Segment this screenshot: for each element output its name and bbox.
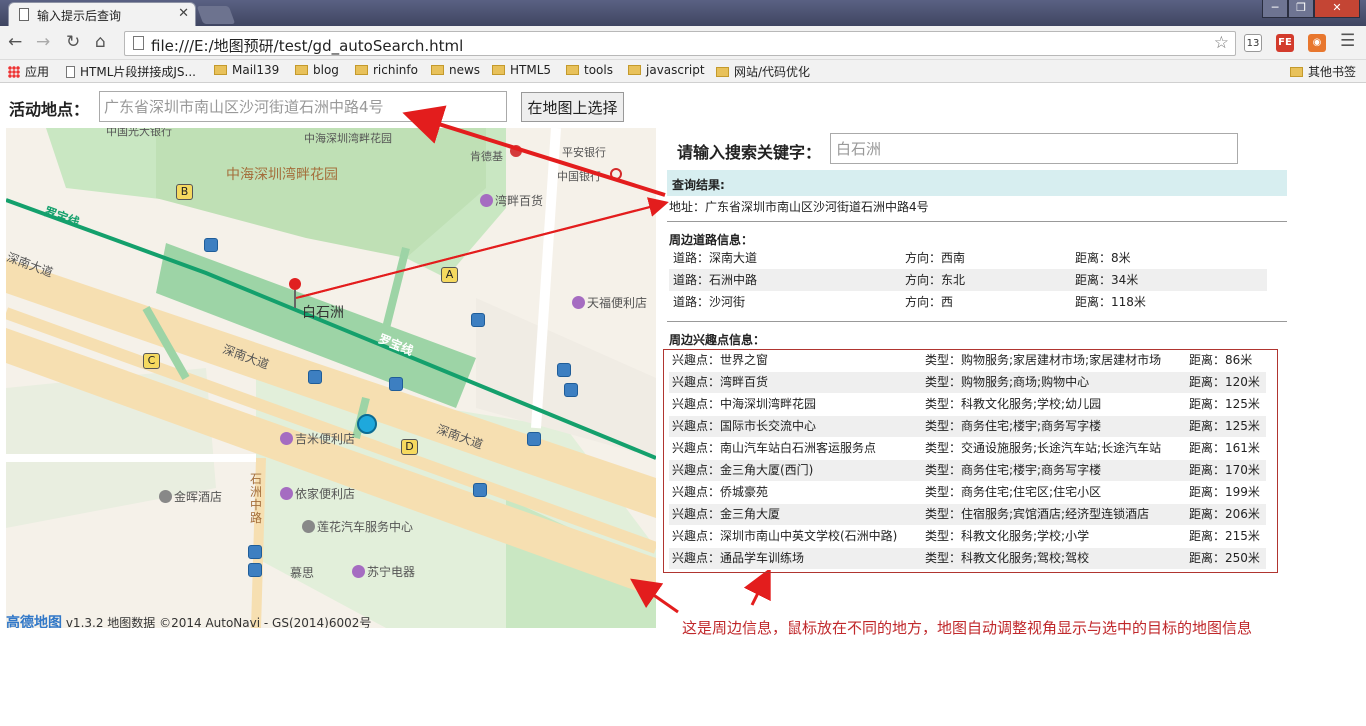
- poi-type: 类型：交通设施服务;长途汽车站;长途汽车站: [925, 441, 1162, 455]
- poi-distance: 距离：161米: [1189, 441, 1260, 455]
- road-direction: 方向：东北: [905, 273, 966, 287]
- road-row[interactable]: 道路：深南大道 方向：西南 距离：8米: [669, 247, 1267, 269]
- poi-distance: 距离：125米: [1189, 419, 1260, 433]
- road-distance: 距离：34米: [1075, 273, 1139, 287]
- poi-distance: 距离：170米: [1189, 463, 1260, 477]
- poi-type: 类型：科教文化服务;学校;小学: [925, 529, 1090, 543]
- result-header: 查询结果:: [667, 170, 1287, 196]
- poi-row[interactable]: 兴趣点：深圳市南山中英文学校(石洲中路) 类型：科教文化服务;学校;小学 距离：21…: [669, 526, 1266, 548]
- poi-type: 类型：购物服务;家居建材市场;家居建材市场: [925, 353, 1162, 367]
- poi-distance: 距离：250米: [1189, 551, 1260, 565]
- poi-name: 兴趣点：金三角大厦(西门): [672, 463, 814, 477]
- poi-section-title: 周边兴趣点信息：: [669, 333, 766, 347]
- poi-type: 类型：商务住宅;住宅区;住宅小区: [925, 485, 1102, 499]
- divider: [667, 221, 1287, 222]
- poi-name: 兴趣点：通品学车训练场: [672, 551, 805, 565]
- poi-name: 兴趣点：中海深圳湾畔花园: [672, 397, 817, 411]
- poi-name: 兴趣点：南山汽车站白石洲客运服务点: [672, 441, 877, 455]
- poi-type: 类型：购物服务;商场;购物中心: [925, 375, 1090, 389]
- poi-name: 兴趣点：湾畔百货: [672, 375, 769, 389]
- road-row[interactable]: 道路：石洲中路 方向：东北 距离：34米: [669, 269, 1267, 291]
- poi-name: 兴趣点：侨城豪苑: [672, 485, 769, 499]
- poi-name: 兴趣点：金三角大厦: [672, 507, 781, 521]
- poi-row[interactable]: 兴趣点：侨城豪苑 类型：商务住宅;住宅区;住宅小区 距离：199米: [669, 482, 1266, 504]
- poi-name: 兴趣点：国际市长交流中心: [672, 419, 817, 433]
- poi-distance: 距离：86米: [1189, 353, 1253, 367]
- road-distance: 距离：118米: [1075, 295, 1146, 309]
- poi-name: 兴趣点：深圳市南山中英文学校(石洲中路): [672, 529, 898, 543]
- poi-row[interactable]: 兴趣点：国际市长交流中心 类型：商务住宅;楼宇;商务写字楼 距离：125米: [669, 416, 1266, 438]
- road-name: 道路：深南大道: [673, 251, 758, 265]
- keyword-input[interactable]: [830, 133, 1238, 164]
- poi-type: 类型：商务住宅;楼宇;商务写字楼: [925, 419, 1102, 433]
- poi-row[interactable]: 兴趣点：世界之窗 类型：购物服务;家居建材市场;家居建材市场 距离：86米: [669, 350, 1266, 372]
- poi-type: 类型：商务住宅;楼宇;商务写字楼: [925, 463, 1102, 477]
- poi-list: 兴趣点：世界之窗 类型：购物服务;家居建材市场;家居建材市场 距离：86米 兴趣点：…: [663, 349, 1278, 573]
- poi-distance: 距离：215米: [1189, 529, 1260, 543]
- road-distance: 距离：8米: [1075, 251, 1131, 265]
- road-name: 道路：沙河街: [673, 295, 746, 309]
- poi-distance: 距离：120米: [1189, 375, 1260, 389]
- poi-row[interactable]: 兴趣点：南山汽车站白石洲客运服务点 类型：交通设施服务;长途汽车站;长途汽车站 距离…: [669, 438, 1266, 460]
- road-direction: 方向：西: [905, 295, 954, 309]
- poi-row[interactable]: 兴趣点：通品学车训练场 类型：科教文化服务;驾校;驾校 距离：250米: [669, 548, 1266, 570]
- road-direction: 方向：西南: [905, 251, 966, 265]
- poi-row[interactable]: 兴趣点：中海深圳湾畔花园 类型：科教文化服务;学校;幼儿园 距离：125米: [669, 394, 1266, 416]
- poi-distance: 距离：199米: [1189, 485, 1260, 499]
- poi-row[interactable]: 兴趣点：金三角大厦 类型：住宿服务;宾馆酒店;经济型连锁酒店 距离：206米: [669, 504, 1266, 526]
- poi-type: 类型：科教文化服务;驾校;驾校: [925, 551, 1090, 565]
- divider: [667, 321, 1287, 322]
- keyword-label: 请输入搜索关键字：: [677, 143, 822, 162]
- annotation-note: 这是周边信息，鼠标放在不同的地方，地图自动调整视角显示与选中的目标的地图信息: [682, 619, 1253, 637]
- road-section-title: 周边道路信息：: [669, 233, 754, 247]
- poi-distance: 距离：125米: [1189, 397, 1260, 411]
- road-name: 道路：石洲中路: [673, 273, 758, 287]
- poi-name: 兴趣点：世界之窗: [672, 353, 769, 367]
- road-row[interactable]: 道路：沙河街 方向：西 距离：118米: [669, 291, 1267, 313]
- result-address[interactable]: 地址：广东省深圳市南山区沙河街道石洲中路4号: [669, 198, 929, 215]
- poi-type: 类型：住宿服务;宾馆酒店;经济型连锁酒店: [925, 507, 1150, 521]
- poi-row[interactable]: 兴趣点：湾畔百货 类型：购物服务;商场;购物中心 距离：120米: [669, 372, 1266, 394]
- poi-type: 类型：科教文化服务;学校;幼儿园: [925, 397, 1102, 411]
- poi-distance: 距离：206米: [1189, 507, 1260, 521]
- poi-row[interactable]: 兴趣点：金三角大厦(西门) 类型：商务住宅;楼宇;商务写字楼 距离：170米: [669, 460, 1266, 482]
